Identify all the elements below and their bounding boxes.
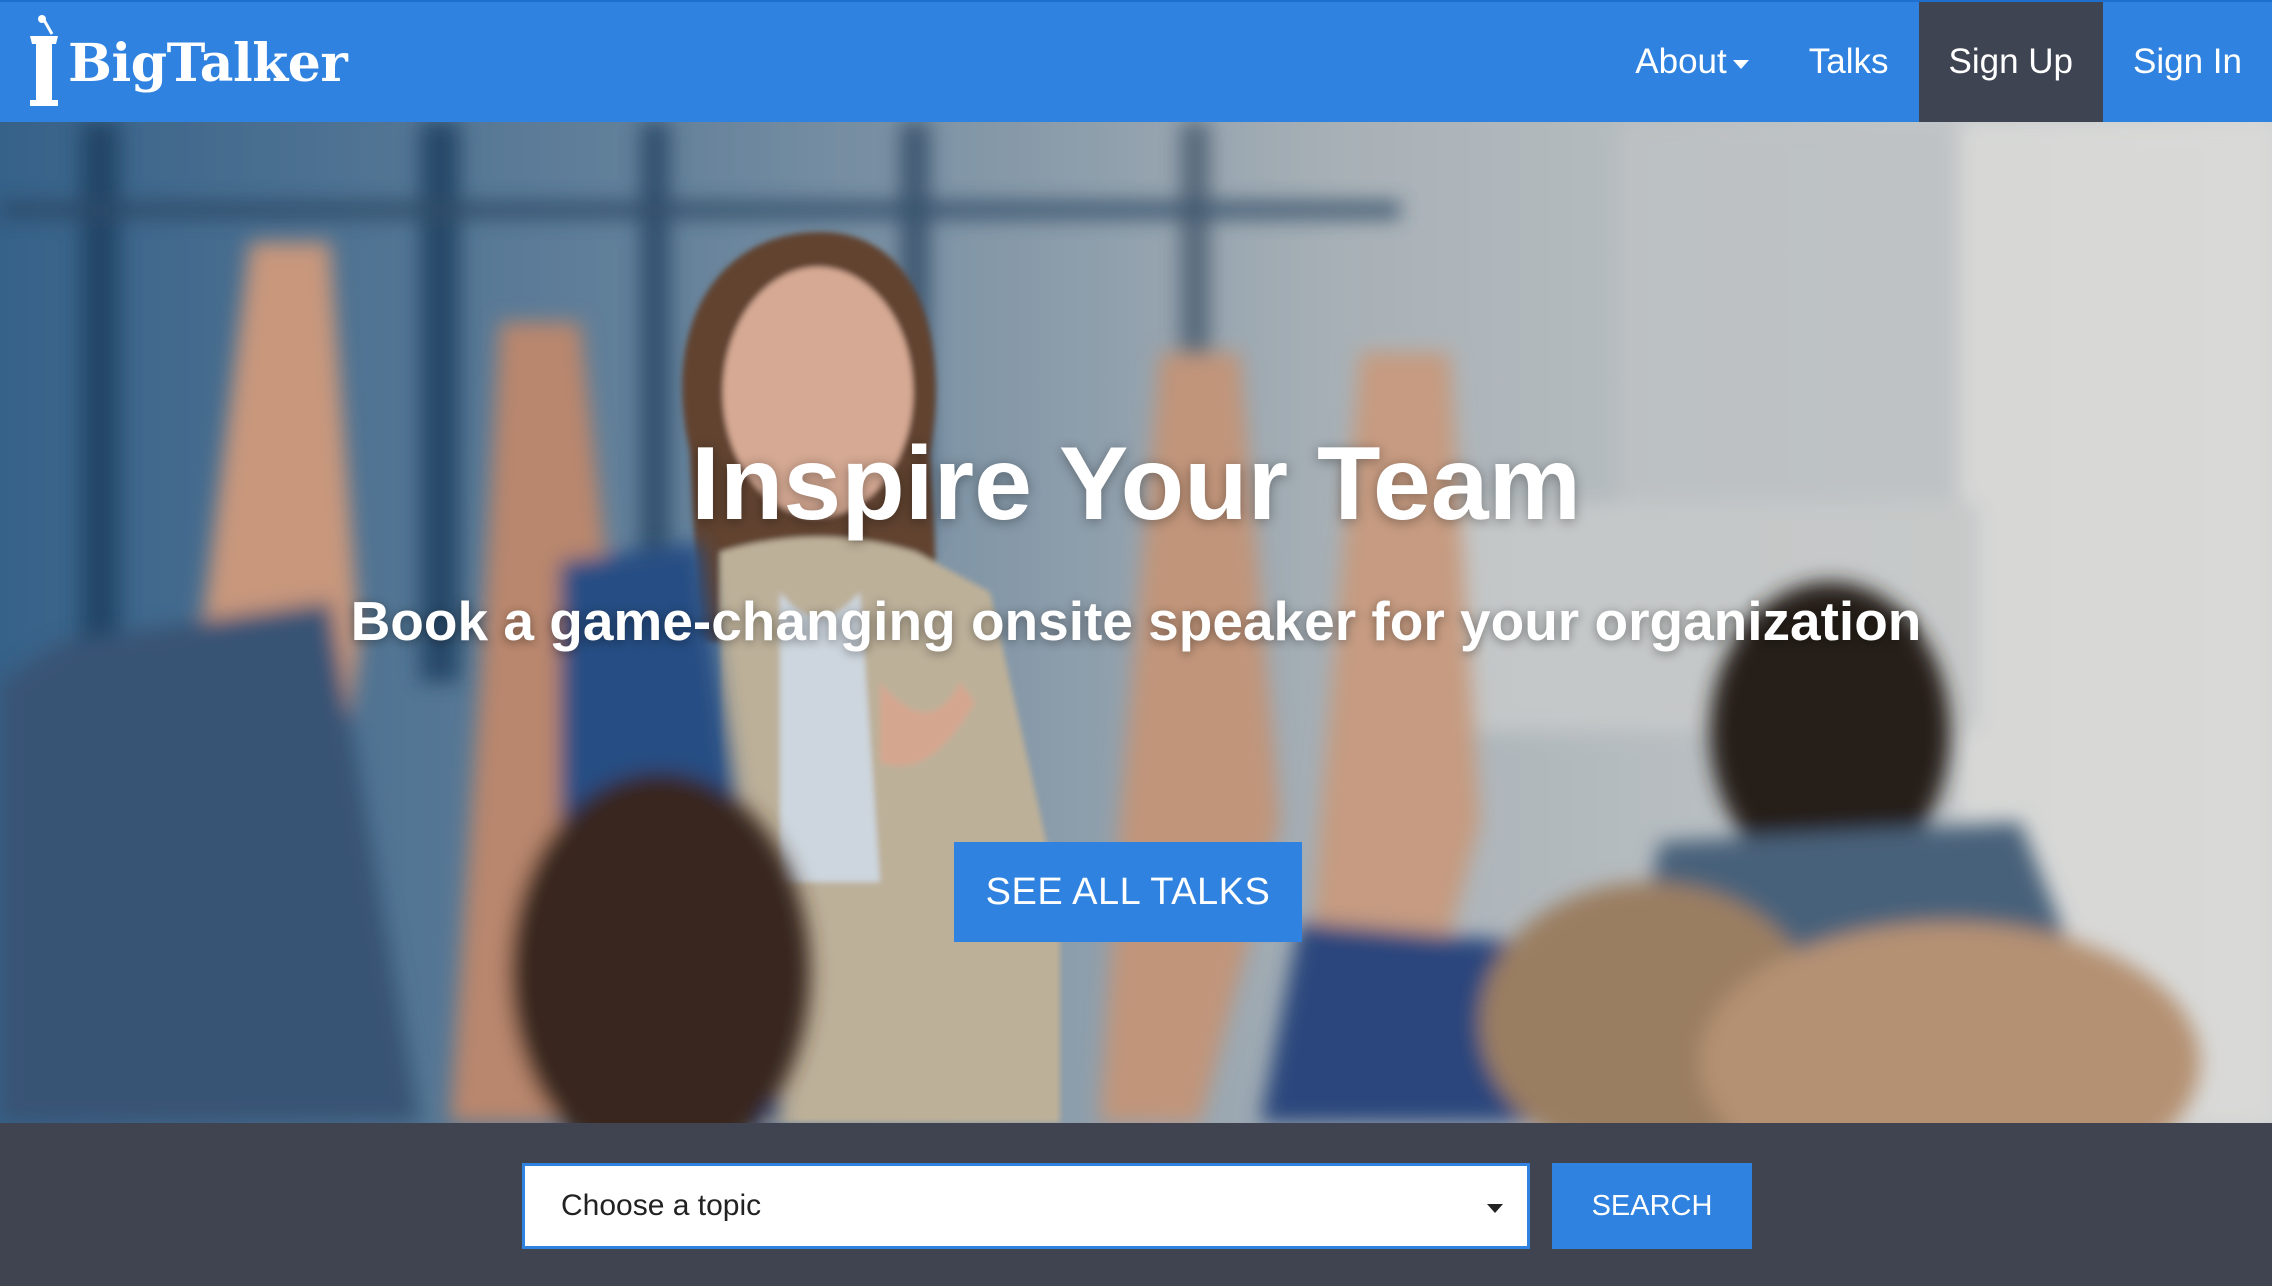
nav-item-sign-up[interactable]: Sign Up — [1918, 2, 2104, 122]
nav-item-about[interactable]: About — [1605, 2, 1778, 122]
podium-icon — [30, 15, 58, 106]
nav-item-sign-in[interactable]: Sign In — [2103, 2, 2272, 122]
topic-select-placeholder: Choose a topic — [561, 1189, 762, 1222]
nav-item-talks-label: Talks — [1808, 42, 1889, 81]
hero-section: Inspire Your Team Book a game-changing o… — [0, 122, 2272, 1123]
hero-subtitle: Book a game-changing onsite speaker for … — [350, 590, 1922, 652]
search-button[interactable]: SEARCH — [1552, 1163, 1752, 1249]
topic-select[interactable]: Choose a topic — [522, 1163, 1530, 1249]
brand-name: BigTalker — [68, 33, 348, 94]
top-navbar: BigTalker About Talks Sign Up Sign In — [0, 0, 2272, 122]
nav-item-talks[interactable]: Talks — [1779, 2, 1919, 122]
chevron-down-icon — [1732, 59, 1749, 69]
hero-title: Inspire Your Team — [690, 426, 1582, 542]
see-all-talks-button[interactable]: SEE ALL TALKS — [954, 842, 1302, 942]
topic-search-bar: Choose a topic SEARCH — [0, 1123, 2272, 1286]
brand-logo-link[interactable]: BigTalker — [24, 14, 348, 110]
nav-item-sign-in-label: Sign In — [2133, 42, 2242, 81]
nav-item-sign-up-label: Sign Up — [1948, 42, 2074, 81]
chevron-down-icon — [1487, 1204, 1503, 1213]
nav-item-about-label: About — [1635, 42, 1727, 81]
main-nav: About Talks Sign Up Sign In — [1605, 2, 2272, 122]
